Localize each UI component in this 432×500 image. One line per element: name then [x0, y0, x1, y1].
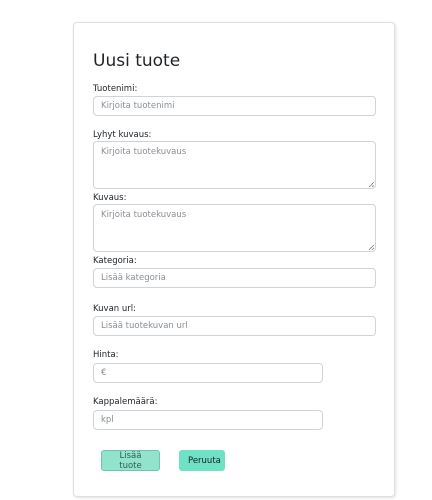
- short-description-label: Lyhyt kuvaus:: [93, 130, 152, 140]
- product-name-input[interactable]: [93, 96, 376, 116]
- image-url-input[interactable]: [93, 316, 376, 336]
- short-description-textarea[interactable]: [93, 141, 376, 189]
- new-product-form-card: Uusi tuote Tuotenimi: Lyhyt kuvaus: Kuva…: [73, 22, 395, 497]
- quantity-label: Kappalemäärä:: [93, 397, 158, 407]
- price-input[interactable]: [93, 363, 323, 383]
- description-label: Kuvaus:: [93, 193, 127, 203]
- product-name-label: Tuotenimi:: [93, 84, 138, 94]
- cancel-button[interactable]: Peruuta: [179, 450, 225, 471]
- quantity-input[interactable]: [93, 410, 323, 430]
- short-description-wrapper: [93, 141, 376, 189]
- category-input[interactable]: [93, 268, 376, 288]
- price-label: Hinta:: [93, 350, 119, 360]
- description-textarea[interactable]: [93, 204, 376, 252]
- description-wrapper: [93, 204, 376, 252]
- form-title: Uusi tuote: [93, 51, 181, 71]
- image-url-label: Kuvan url:: [93, 304, 136, 314]
- category-label: Kategoria:: [93, 256, 137, 266]
- add-product-button[interactable]: Lisää tuote: [101, 450, 160, 471]
